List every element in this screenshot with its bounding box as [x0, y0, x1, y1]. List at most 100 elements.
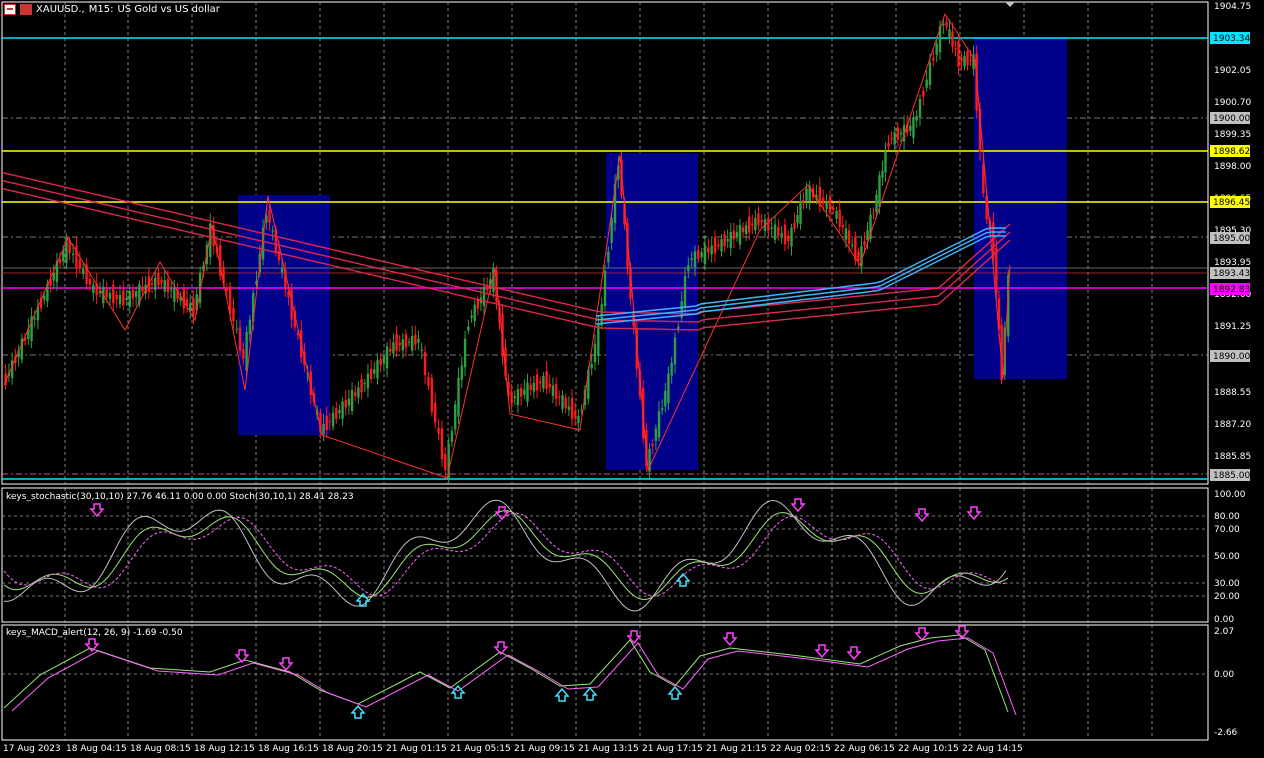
- candle: [182, 288, 186, 309]
- candle: [723, 234, 726, 247]
- candle: [751, 223, 754, 226]
- candle: [112, 284, 115, 304]
- candle: [825, 201, 828, 210]
- arrow-down-icon: [914, 508, 930, 523]
- candle: [417, 338, 420, 343]
- stochastic-label: keys_stochastic(30,10,10) 27.76 46.11 0.…: [6, 492, 354, 502]
- arrow-down-icon: [722, 632, 738, 647]
- candle: [729, 232, 732, 249]
- arrow-up-icon: [554, 687, 570, 702]
- candle: [828, 196, 832, 213]
- time-tick: 21 Aug 05:15: [450, 744, 511, 754]
- symbol: XAUUSD.,: [36, 4, 85, 15]
- candle: [52, 273, 55, 281]
- arrow-up-icon: [582, 686, 598, 701]
- chart-title: XAUUSD., M15: US Gold vs US dollar: [4, 4, 220, 15]
- macd-signal-line: [11, 637, 1017, 716]
- candle: [369, 368, 373, 379]
- candle: [850, 244, 854, 246]
- macd-tick: 2.07: [1214, 627, 1234, 637]
- candle: [398, 342, 401, 346]
- time-tick: 18 Aug 16:15: [258, 744, 319, 754]
- stoch-tick: 80.00: [1214, 512, 1240, 522]
- one-click-trading-icon[interactable]: [20, 4, 32, 15]
- candle: [884, 151, 887, 173]
- candle: [744, 225, 748, 235]
- price-label: 1898.62: [1213, 147, 1250, 157]
- candle: [75, 245, 78, 269]
- candle: [232, 308, 235, 321]
- arrow-down-icon: [626, 630, 642, 645]
- candle: [732, 230, 736, 240]
- candle: [963, 56, 966, 67]
- candle: [131, 289, 135, 299]
- candle: [420, 349, 423, 351]
- candle: [43, 295, 46, 300]
- candle: [928, 62, 932, 85]
- time-tick: 21 Aug 17:15: [642, 744, 703, 754]
- candle: [960, 57, 963, 62]
- arrow-down-icon: [814, 644, 830, 659]
- candle: [268, 210, 271, 223]
- candle: [344, 400, 347, 408]
- stochastic-panel[interactable]: [1, 487, 1209, 623]
- candle: [697, 250, 700, 259]
- candle: [787, 235, 790, 242]
- candle: [783, 224, 787, 245]
- price-tick: 1885.85: [1214, 452, 1251, 462]
- candle: [844, 228, 848, 240]
- candle: [951, 31, 954, 47]
- candle: [379, 358, 382, 366]
- candle: [832, 207, 835, 210]
- candle: [347, 398, 351, 406]
- candle: [610, 217, 613, 243]
- candle: [915, 115, 918, 121]
- candle: [404, 334, 408, 348]
- time-tick: 17 Aug 2023: [3, 744, 61, 754]
- candle: [163, 280, 166, 292]
- candle: [470, 315, 473, 318]
- chart-menu-icon[interactable]: [4, 4, 16, 15]
- price-label: 1893.43: [1213, 269, 1250, 279]
- candle: [872, 213, 875, 215]
- candle: [328, 421, 332, 423]
- candle: [463, 338, 467, 368]
- candle: [703, 245, 707, 265]
- candle: [277, 250, 281, 261]
- candle: [523, 389, 526, 395]
- macd-panel[interactable]: [1, 624, 1209, 741]
- candle: [433, 402, 437, 423]
- candle: [92, 284, 95, 294]
- stoch-tick: 30.00: [1214, 579, 1240, 589]
- candle: [890, 137, 893, 140]
- candle: [423, 351, 427, 376]
- candle: [389, 348, 392, 352]
- candle: [335, 407, 338, 419]
- candle: [821, 197, 825, 204]
- candle: [561, 395, 564, 410]
- candle: [454, 404, 457, 430]
- price-tick: 1893.95: [1214, 258, 1251, 268]
- candle: [437, 427, 440, 434]
- candle: [238, 327, 242, 351]
- candle: [567, 406, 571, 410]
- candle: [748, 216, 751, 233]
- arrow-down-icon: [89, 503, 105, 518]
- candle: [154, 277, 157, 291]
- price-label: 1896.45: [1213, 198, 1250, 208]
- candle: [242, 349, 245, 359]
- candle: [450, 431, 454, 442]
- time-tick: 18 Aug 04:15: [66, 744, 127, 754]
- time-tick: 21 Aug 21:15: [706, 744, 767, 754]
- candle: [935, 43, 938, 55]
- candle: [157, 273, 160, 286]
- candle: [909, 125, 912, 131]
- candle: [141, 286, 144, 292]
- candle: [467, 326, 470, 331]
- candle: [271, 230, 274, 232]
- candle: [280, 267, 284, 273]
- trading-chart[interactable]: 1904.75 1902.05 1900.70 1899.35 1898.00 1896.…: [0, 0, 1264, 758]
- candle: [948, 29, 951, 39]
- candle: [966, 51, 969, 66]
- candle: [767, 217, 770, 231]
